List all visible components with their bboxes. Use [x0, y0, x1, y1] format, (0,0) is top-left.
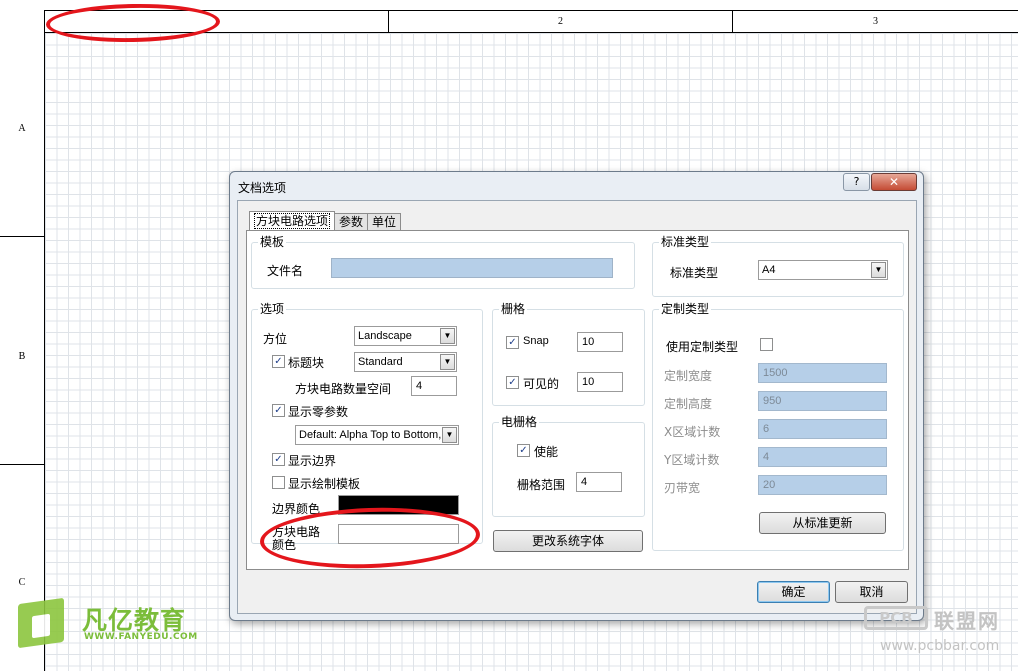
margin-width-field: 20 [758, 475, 887, 495]
title-block-select[interactable]: Standard ▼ [354, 352, 457, 372]
y-zones-field: 4 [758, 447, 887, 467]
show-template-graphics-checkbox[interactable] [272, 476, 285, 489]
change-system-font-button[interactable]: 更改系统字体 [493, 530, 643, 552]
margin-width-label: 刃带宽 [664, 481, 701, 495]
custom-width-label: 定制宽度 [664, 369, 713, 383]
chevron-down-icon[interactable]: ▼ [442, 427, 457, 443]
custom-style-group: 定制类型 使用定制类型 定制宽度 1500 定制高度 950 X区域计数 6 Y… [652, 302, 904, 551]
left-zone-label: A [18, 123, 26, 134]
fanyedu-logo: 凡亿教育 WWW.FANYEDU.COM [16, 597, 206, 649]
snap-label: Snap [523, 335, 549, 347]
visible-checkbox[interactable]: ✓ [506, 376, 519, 389]
pcb-logo-box: PCB [864, 606, 928, 630]
help-button[interactable]: ? [843, 173, 870, 191]
tab-parameters[interactable]: 参数 [334, 213, 369, 231]
cube-logo-icon [18, 597, 64, 649]
tab-units[interactable]: 单位 [367, 213, 402, 231]
update-from-standard-button[interactable]: 从标准更新 [759, 512, 886, 534]
fanyedu-logo-url: WWW.FANYEDU.COM [84, 632, 198, 642]
chevron-down-icon[interactable]: ▼ [871, 262, 886, 278]
enable-checkbox[interactable]: ✓ [517, 444, 530, 457]
template-group-label: 模板 [258, 235, 287, 249]
top-zone-label: 2 [389, 11, 733, 32]
enable-label: 使能 [534, 445, 559, 459]
snap-checkbox[interactable]: ✓ [506, 336, 519, 349]
custom-height-label: 定制高度 [664, 397, 713, 411]
y-zones-label: Y区域计数 [664, 453, 720, 467]
use-custom-style-checkbox[interactable] [760, 338, 773, 351]
chevron-down-icon[interactable]: ▼ [440, 328, 455, 344]
show-zero-params-label: 显示零参数 [288, 405, 349, 419]
close-button[interactable]: ✕ [871, 173, 917, 191]
left-zone-label: B [18, 351, 26, 362]
visible-field[interactable]: 10 [577, 372, 623, 392]
show-zero-params-checkbox[interactable]: ✓ [272, 404, 285, 417]
title-block-checkbox[interactable]: ✓ [272, 355, 285, 368]
standard-style-group: 标准类型 标准类型 A4 ▼ [652, 235, 904, 297]
options-group-label: 选项 [258, 302, 287, 316]
show-template-graphics-label: 显示绘制模板 [288, 477, 361, 491]
chevron-down-icon[interactable]: ▼ [440, 354, 455, 370]
x-zones-label: X区域计数 [664, 425, 721, 439]
orientation-label: 方位 [263, 332, 288, 346]
grid-range-field[interactable]: 4 [576, 472, 622, 492]
tab-strip: 方块电路选项 参数 单位 [249, 211, 402, 231]
electrical-grid-group-label: 电栅格 [499, 415, 540, 429]
use-custom-style-label: 使用定制类型 [666, 340, 739, 354]
pcbbar-logo-url: www.pcbbar.com [880, 638, 1000, 654]
left-zone-ruler: A B C [0, 33, 45, 671]
custom-style-group-label: 定制类型 [659, 302, 712, 316]
file-name-field[interactable] [331, 258, 613, 278]
show-border-label: 显示边界 [288, 454, 337, 468]
snap-field[interactable]: 10 [577, 332, 623, 352]
template-group: 模板 文件名 [251, 235, 635, 289]
left-zone-label: C [18, 577, 26, 588]
show-border-checkbox[interactable]: ✓ [272, 453, 285, 466]
pcbbar-logo: PCB 联盟网 www.pcbbar.com [864, 604, 1014, 664]
tab-sheet-options[interactable]: 方块电路选项 [249, 211, 336, 231]
dialog-title: 文档选项 [238, 181, 287, 195]
cancel-button[interactable]: 取消 [835, 581, 908, 603]
default-order-select[interactable]: Default: Alpha Top to Bottom, ▼ [295, 425, 459, 445]
grid-range-label: 栅格范围 [517, 478, 566, 492]
electrical-grid-group: 电栅格 ✓ 使能 栅格范围 4 [492, 415, 645, 517]
dialog-titlebar[interactable]: 文档选项 ? ✕ [230, 172, 923, 200]
custom-height-field: 950 [758, 391, 887, 411]
ok-button[interactable]: 确定 [757, 581, 830, 603]
standard-style-label: 标准类型 [670, 266, 719, 280]
sheet-number-spaces-label: 方块电路数量空间 [295, 382, 392, 396]
file-name-label: 文件名 [267, 264, 304, 278]
x-zones-field: 6 [758, 419, 887, 439]
pcbbar-logo-text: 联盟网 [934, 609, 1000, 633]
sheet-number-spaces-field[interactable]: 4 [411, 376, 457, 396]
visible-label: 可见的 [523, 377, 560, 391]
title-block-label: 标题块 [288, 356, 325, 370]
grids-group-label: 栅格 [499, 302, 528, 316]
grids-group: 栅格 ✓ Snap 10 ✓ 可见的 10 [492, 302, 645, 406]
orientation-select[interactable]: Landscape ▼ [354, 326, 457, 346]
standard-style-select[interactable]: A4 ▼ [758, 260, 888, 280]
standard-style-group-label: 标准类型 [659, 235, 712, 249]
top-zone-label: 3 [873, 16, 878, 27]
custom-width-field: 1500 [758, 363, 887, 383]
